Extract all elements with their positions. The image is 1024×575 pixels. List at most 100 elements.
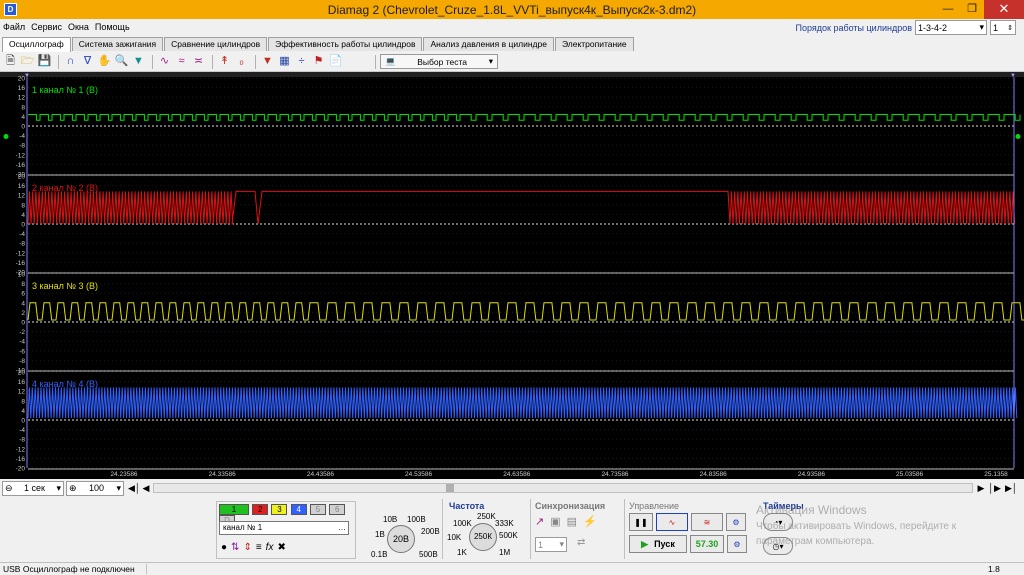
tools-icon[interactable]: ✖ [277, 542, 285, 553]
menu-help[interactable]: Помощь [92, 22, 133, 32]
y-tick-label: -16 [16, 260, 26, 267]
probe-icon[interactable]: ● [221, 542, 227, 553]
y-tick-label: 8 [21, 398, 25, 405]
sync-block: Синхронизация ↗ ▣ ▤ ⚡ 1 ▾ ⇄ [530, 499, 622, 559]
channel-button-3[interactable]: 3 [271, 504, 288, 515]
voltage-knob[interactable]: 20В [387, 525, 415, 553]
waveform-channel-3 [27, 302, 1024, 321]
time-tick-label: 24.53586 [405, 471, 432, 478]
report-icon[interactable]: 📄 [328, 54, 343, 69]
pulse-mode-icon[interactable]: ≋ [691, 513, 723, 531]
y-tick-label: 12 [18, 389, 26, 396]
y-tick-label: -12 [16, 152, 26, 159]
open-folder-icon[interactable]: 🗁 [20, 54, 35, 69]
menu-file[interactable]: Файл [0, 22, 28, 32]
flag-icon[interactable]: ⚑ [311, 54, 326, 69]
channel-button-1[interactable]: 1 [219, 504, 249, 515]
scroll-right-icon[interactable]: ▶ [977, 483, 984, 494]
function-icon[interactable]: fx [266, 542, 274, 553]
timebase-select[interactable]: ⊖ 1 сек ▾ [2, 480, 64, 496]
cursor-b-icon[interactable]: ∇ [80, 54, 95, 69]
channel-filter-icon[interactable]: ▼ [260, 54, 275, 69]
scroll-left-icon[interactable]: ◀ [143, 483, 150, 494]
settings-icon[interactable]: ⚙ [726, 513, 746, 531]
tab-pressure-analysis[interactable]: Анализ давления в цилиндре [423, 37, 554, 51]
wave-overlay-icon[interactable]: ≈ [174, 54, 189, 69]
channel-name-field[interactable]: канал № 1 … [219, 521, 349, 535]
sync-rising-icon[interactable]: ↗ [535, 515, 544, 528]
y-tick-label: 0 [21, 418, 25, 425]
tab-oscilloscope[interactable]: Осциллограф [2, 37, 71, 52]
tab-ignition[interactable]: Система зажигания [71, 37, 164, 51]
sync-pulse-icon[interactable]: ▣ [550, 515, 560, 528]
menu-windows[interactable]: Окна [65, 22, 92, 32]
channel-button-5[interactable]: 5 [309, 504, 326, 515]
frequency-knob[interactable]: 250К [469, 523, 497, 551]
play-end-icon[interactable]: ▶│ [1005, 483, 1018, 494]
channel-button-4[interactable]: 4 [290, 504, 307, 515]
sine-mode-icon[interactable]: ∿ [656, 513, 688, 531]
pause-icon[interactable]: ❚❚ [629, 513, 653, 531]
oscilloscope-plot[interactable]: ▼ ▼ 20 16 12 8 4 0 -4 -8 -12 -16 -20 1 канал № 1 (В) 2… [0, 72, 1024, 479]
cylinder-stepper[interactable]: 1 ⇕ [990, 20, 1016, 35]
zoom-select[interactable]: ⊕ 100 ▾ [66, 480, 124, 496]
sync-channel-select[interactable]: 1 ▾ [535, 537, 567, 552]
y-tick-label: -8 [19, 437, 25, 444]
run-controls: ▶ Пуск 57.30 ⚙ [629, 535, 750, 553]
scroll-thumb[interactable] [446, 484, 455, 492]
y-tick-label: 0 [21, 222, 25, 229]
offset-icon[interactable]: ⇕ [243, 542, 251, 553]
minimize-button[interactable]: — [936, 0, 960, 19]
y-tick-label: 0 [21, 124, 25, 131]
test-select-dropdown[interactable]: 💻 Выбор теста ▾ [380, 54, 498, 69]
marker-icon[interactable]: ▼ [131, 54, 146, 69]
split-icon[interactable]: ÷ [294, 54, 309, 69]
menu-service[interactable]: Сервис [28, 22, 65, 32]
sync-pulse-neg-icon[interactable]: ▤ [567, 515, 577, 528]
maximize-button[interactable]: ❐ [960, 0, 984, 19]
wave-compare-icon[interactable]: ≍ [191, 54, 206, 69]
rate-display[interactable]: 57.30 [690, 535, 724, 553]
horizontal-scrollbar[interactable] [153, 483, 974, 493]
filter-icon[interactable]: ∿ [157, 54, 172, 69]
sync-modes: ↗ ▣ ▤ ⚡ [535, 515, 597, 528]
auto-scale-icon[interactable]: ↟ [217, 54, 232, 69]
y-tick-label: 6 [21, 291, 25, 298]
hand-icon[interactable]: ✋ [97, 54, 112, 69]
start-button[interactable]: ▶ Пуск [629, 535, 687, 553]
waveform-channel-1 [28, 113, 1021, 121]
new-file-icon[interactable]: 🗎 [3, 54, 18, 69]
y-tick-label: 8 [21, 202, 25, 209]
tab-cylinder-compare[interactable]: Сравнение цилиндров [164, 37, 268, 51]
oscilloscope-svg[interactable]: ▼ ▼201612840-4-8-12-16-201 канал № 1 (В)2… [0, 72, 1024, 479]
tab-cylinder-efficiency[interactable]: Эффективность работы цилиндров [268, 37, 423, 51]
y-tick-label: -6 [19, 348, 25, 355]
table-icon[interactable]: ▦ [277, 54, 292, 69]
zoom-out-icon: ⊖ [5, 482, 13, 493]
channel-button-6[interactable]: 6 [329, 504, 346, 515]
goto-end-icon[interactable]: │▶ [988, 483, 1001, 494]
y-tick-label: 20 [18, 174, 26, 181]
cylinder-order-select[interactable]: 1-3-4-2 ▾ [915, 20, 987, 35]
y-tick-label: -4 [19, 133, 25, 140]
cursor-a-icon[interactable]: ∩ [63, 54, 78, 69]
save-icon[interactable]: 💾 [37, 54, 52, 69]
sync-level-icon[interactable]: ⇄ [577, 537, 585, 548]
y-tick-label: -12 [16, 446, 26, 453]
goto-start-icon[interactable]: ◀│ [128, 483, 141, 494]
zoom-icon[interactable]: 🔍 [114, 54, 129, 69]
tab-power-supply[interactable]: Электропитание [554, 37, 634, 51]
y-tick-label: 16 [18, 85, 26, 92]
time-tick-label: 24.63586 [503, 471, 530, 478]
channel-button-2[interactable]: 2 [252, 504, 269, 515]
marker-strip [0, 72, 1024, 77]
y-tick-label: 16 [18, 379, 26, 386]
lines-icon[interactable]: ≡ [256, 542, 262, 553]
channel-1-offset-marker [3, 133, 9, 139]
invert-icon[interactable]: ⇅ [231, 542, 239, 553]
zero-offset-icon[interactable]: ₀ [234, 54, 249, 69]
close-button[interactable]: ✕ [984, 0, 1024, 19]
auto-icon[interactable]: ⚙ [727, 535, 747, 553]
sync-auto-icon[interactable]: ⚡ [583, 515, 597, 528]
tab-bar: Осциллограф Система зажигания Сравнение … [2, 37, 635, 52]
